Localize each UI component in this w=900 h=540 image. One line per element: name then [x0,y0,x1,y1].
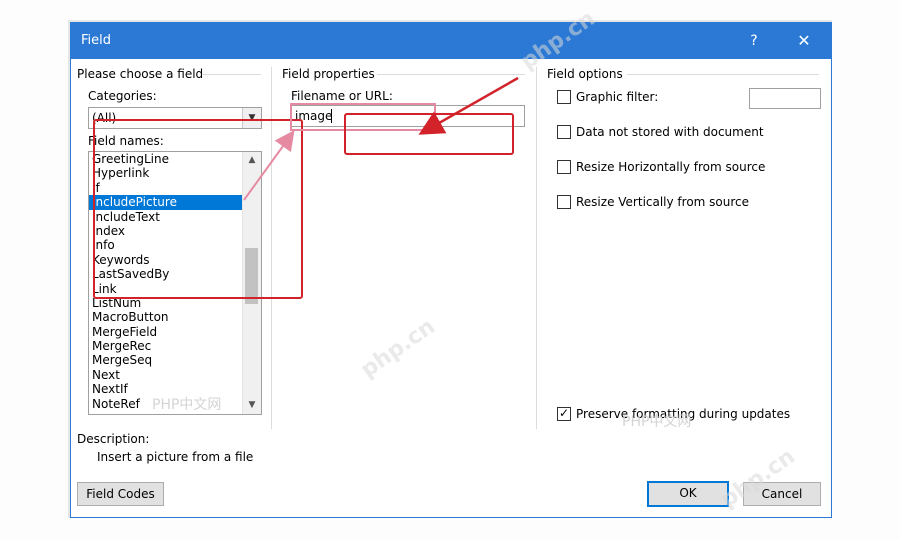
pink-arrow [243,130,295,201]
field-dialog: Field ? ✕ Please choose a field Categori… [70,22,832,518]
annotation-arrows [243,76,519,201]
watermark-brand-1: PHP中文网 [152,397,222,413]
watermark-brand-2: PHP中文网 [622,414,692,430]
red-arrow [418,76,519,135]
